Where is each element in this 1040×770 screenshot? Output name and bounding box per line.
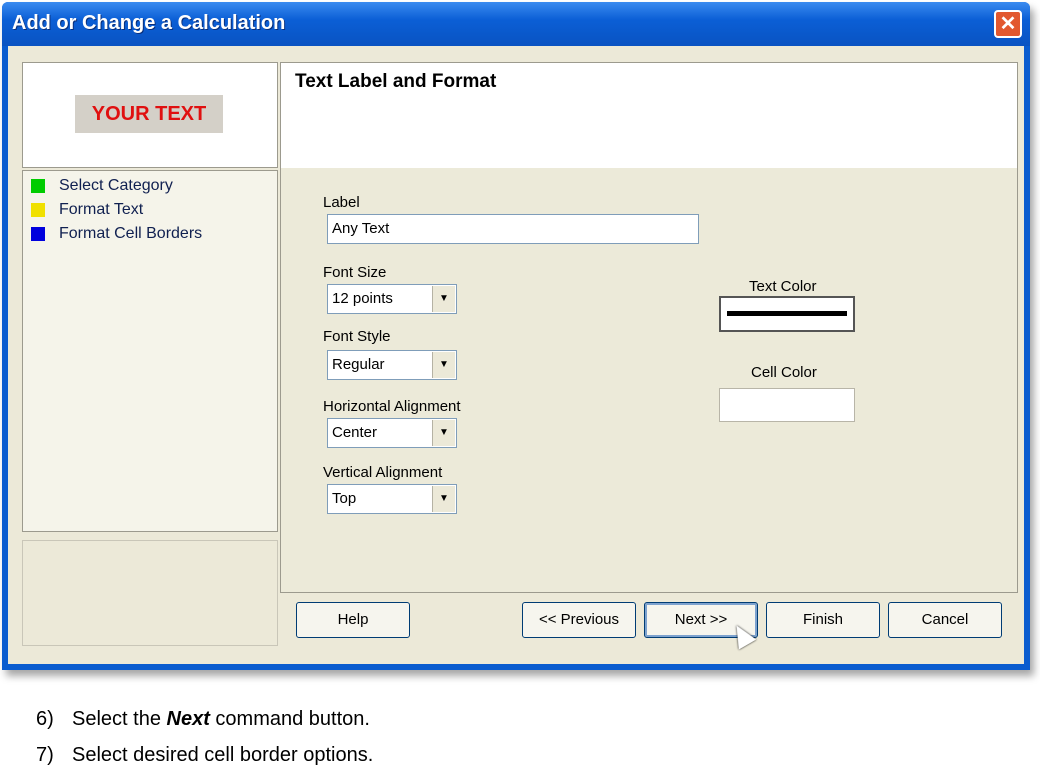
instruction-text: Select desired cell border options. [72,744,374,766]
horizontal-alignment-value: Center [332,424,378,441]
preview-sample-text: YOUR TEXT [75,95,223,133]
cancel-button[interactable]: Cancel [888,602,1002,638]
instruction-text-post: command button. [209,708,370,730]
title-bar[interactable]: Add or Change a Calculation ✕ [2,2,1030,46]
lower-left-panel [22,540,278,646]
dialog-client-area: YOUR TEXT Select Category Format Text Fo… [8,46,1024,664]
font-style-caption: Font Style [323,328,391,345]
font-size-value: 12 points [332,290,393,307]
instruction-emphasis: Next [166,708,210,730]
label-caption: Label [323,194,360,211]
vertical-alignment-value: Top [332,490,357,507]
close-button[interactable]: ✕ [994,10,1022,38]
green-square-icon [31,178,45,193]
horizontal-alignment-select[interactable]: Center ▼ [327,418,457,448]
step-format-text[interactable]: Format Text [31,201,143,223]
text-color-caption: Text Color [749,278,817,295]
blue-square-icon [31,226,45,241]
close-icon: ✕ [999,13,1017,35]
instruction-step-7: 7) Select desired cell border options. [36,744,373,767]
instruction-number: 7) [36,744,54,766]
cell-color-swatch[interactable] [719,388,855,422]
instruction-number: 6) [36,708,54,730]
step-label: Format Text [59,201,144,218]
chevron-down-icon[interactable]: ▼ [432,352,455,378]
previous-button[interactable]: << Previous [522,602,636,638]
text-color-bar [727,311,847,316]
vertical-alignment-caption: Vertical Alignment [323,464,443,481]
cell-color-caption: Cell Color [751,364,817,381]
horizontal-alignment-caption: Horizontal Alignment [323,398,461,415]
instruction-text-pre: Select the [72,708,167,730]
chevron-down-icon[interactable]: ▼ [432,286,455,312]
step-format-cell-borders[interactable]: Format Cell Borders [31,225,202,247]
text-color-swatch[interactable] [719,296,855,332]
finish-button[interactable]: Finish [766,602,880,638]
format-panel: Label Any Text Font Size 12 points ▼ Fon… [280,168,1018,593]
dialog-window: Add or Change a Calculation ✕ YOUR TEXT … [2,2,1030,670]
step-label: Select Category [59,177,173,194]
chevron-down-icon[interactable]: ▼ [432,420,455,446]
label-text-input[interactable]: Any Text [327,214,699,244]
step-label: Format Cell Borders [59,225,203,242]
instruction-step-6: 6) Select the Next command button. [36,708,370,731]
window-title: Add or Change a Calculation [12,12,286,34]
font-style-select[interactable]: Regular ▼ [327,350,457,380]
wizard-steps-list: Select Category Format Text Format Cell … [22,170,278,532]
format-preview: YOUR TEXT [22,62,278,168]
help-button[interactable]: Help [296,602,410,638]
vertical-alignment-select[interactable]: Top ▼ [327,484,457,514]
step-select-category[interactable]: Select Category [31,177,173,199]
font-size-select[interactable]: 12 points ▼ [327,284,457,314]
button-row: Help << Previous Next >> Finish Cancel [280,594,1016,650]
panel-title: Text Label and Format [295,71,497,92]
font-size-caption: Font Size [323,264,387,281]
panel-header: Text Label and Format [280,62,1018,169]
yellow-square-icon [31,202,45,217]
chevron-down-icon[interactable]: ▼ [432,486,455,512]
font-style-value: Regular [332,356,385,373]
